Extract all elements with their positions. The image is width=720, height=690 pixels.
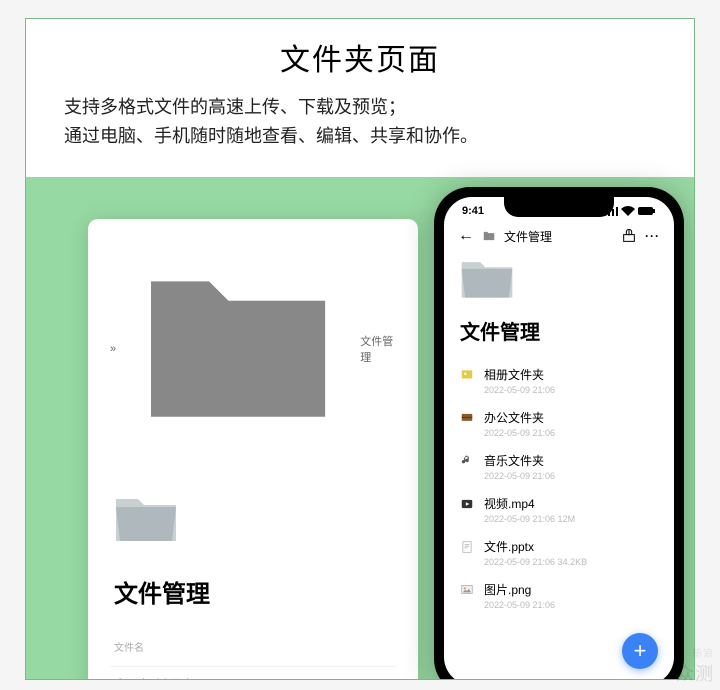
music-icon (114, 677, 128, 680)
music-icon (460, 454, 474, 468)
phone-device-frame: 9:41 ← 文件管理 ··· 文件管理 (434, 187, 684, 680)
breadcrumb-title[interactable]: 文件管理 (360, 333, 396, 365)
phone-file-list: 相册文件夹 2022-05-09 21:06 办公文件夹 2022-05-09 21:… (460, 359, 658, 617)
image-icon (460, 583, 474, 597)
video-icon (460, 497, 474, 511)
back-button[interactable]: ← (458, 227, 474, 245)
phone-heading: 文件管理 (460, 316, 658, 345)
file-meta: 2022-05-09 21:06 34.2KB (484, 557, 587, 567)
file-name: 视频.mp4 (484, 495, 575, 512)
phone-nav-bar: ← 文件管理 ··· (444, 217, 674, 251)
desktop-heading: 文件管理 (114, 574, 396, 609)
office-icon (460, 411, 474, 425)
status-time: 9:41 (462, 205, 484, 217)
file-name: 办公文件夹 (484, 409, 555, 426)
desc-line-2: 通过电脑、手机随时随地查看、编辑、共享和协作。 (64, 122, 656, 151)
list-item[interactable]: 视频.mp4 2022-05-09 21:06 12M (460, 488, 658, 531)
phone-notch (504, 197, 614, 217)
page-description: 支持多格式文件的高速上传、下载及预览； 通过电脑、手机随时随地查看、编辑、共享和… (64, 93, 656, 151)
file-meta: 2022-05-09 21:06 (484, 385, 555, 395)
battery-icon (638, 206, 656, 216)
list-item[interactable]: 音乐文件夹 (110, 666, 396, 680)
list-item[interactable]: 音乐文件夹 2022-05-09 21:06 (460, 445, 658, 488)
desc-line-1: 支持多格式文件的高速上传、下载及预览； (64, 93, 656, 122)
list-item[interactable]: 办公文件夹 2022-05-09 21:06 (460, 402, 658, 445)
file-meta: 2022-05-09 21:06 (484, 428, 555, 438)
folder-icon (482, 229, 496, 243)
share-icon[interactable] (621, 228, 637, 244)
file-name: 文件.pptx (484, 538, 587, 555)
file-name: 音乐文件夹 (484, 452, 555, 469)
wifi-icon (621, 206, 635, 216)
more-icon[interactable]: ··· (645, 229, 660, 243)
watermark-big: 众测 (676, 664, 714, 684)
list-item[interactable]: 图片.png 2022-05-09 21:06 (460, 574, 658, 617)
file-meta: 2022-05-09 21:06 (484, 600, 555, 610)
folder-icon (122, 233, 354, 465)
breadcrumb: » 文件管理 (110, 233, 396, 465)
breadcrumb-sep-icon: » (110, 343, 116, 355)
file-meta: 2022-05-09 21:06 (484, 471, 555, 481)
watermark-small: 新浪 (676, 645, 714, 660)
add-button[interactable]: + (622, 633, 658, 669)
list-item[interactable]: 文件.pptx 2022-05-09 21:06 34.2KB (460, 531, 658, 574)
list-item[interactable]: 相册文件夹 2022-05-09 21:06 (460, 359, 658, 402)
folder-hero-icon (460, 257, 514, 301)
phone-screen: 9:41 ← 文件管理 ··· 文件管理 (444, 197, 674, 680)
desktop-file-list: 音乐文件夹办公文件夹相册文件夹图片.png文件.pptx视频.mp4 (110, 666, 396, 680)
file-name: 音乐文件夹 (138, 676, 193, 680)
column-header-filename: 文件名 (114, 639, 396, 654)
folder-hero-icon (114, 493, 178, 545)
album-icon (460, 368, 474, 382)
desktop-window: » 文件管理 文件管理 文件名 音乐文件夹办公文件夹相册文件夹图片.png文件.… (88, 219, 418, 680)
file-meta: 2022-05-09 21:06 12M (484, 514, 575, 524)
doc-icon (460, 540, 474, 554)
nav-title: 文件管理 (504, 228, 552, 245)
watermark: 新浪 众测 (676, 645, 714, 686)
page-title: 文件夹页面 (26, 35, 694, 79)
file-name: 图片.png (484, 581, 555, 598)
file-name: 相册文件夹 (484, 366, 555, 383)
